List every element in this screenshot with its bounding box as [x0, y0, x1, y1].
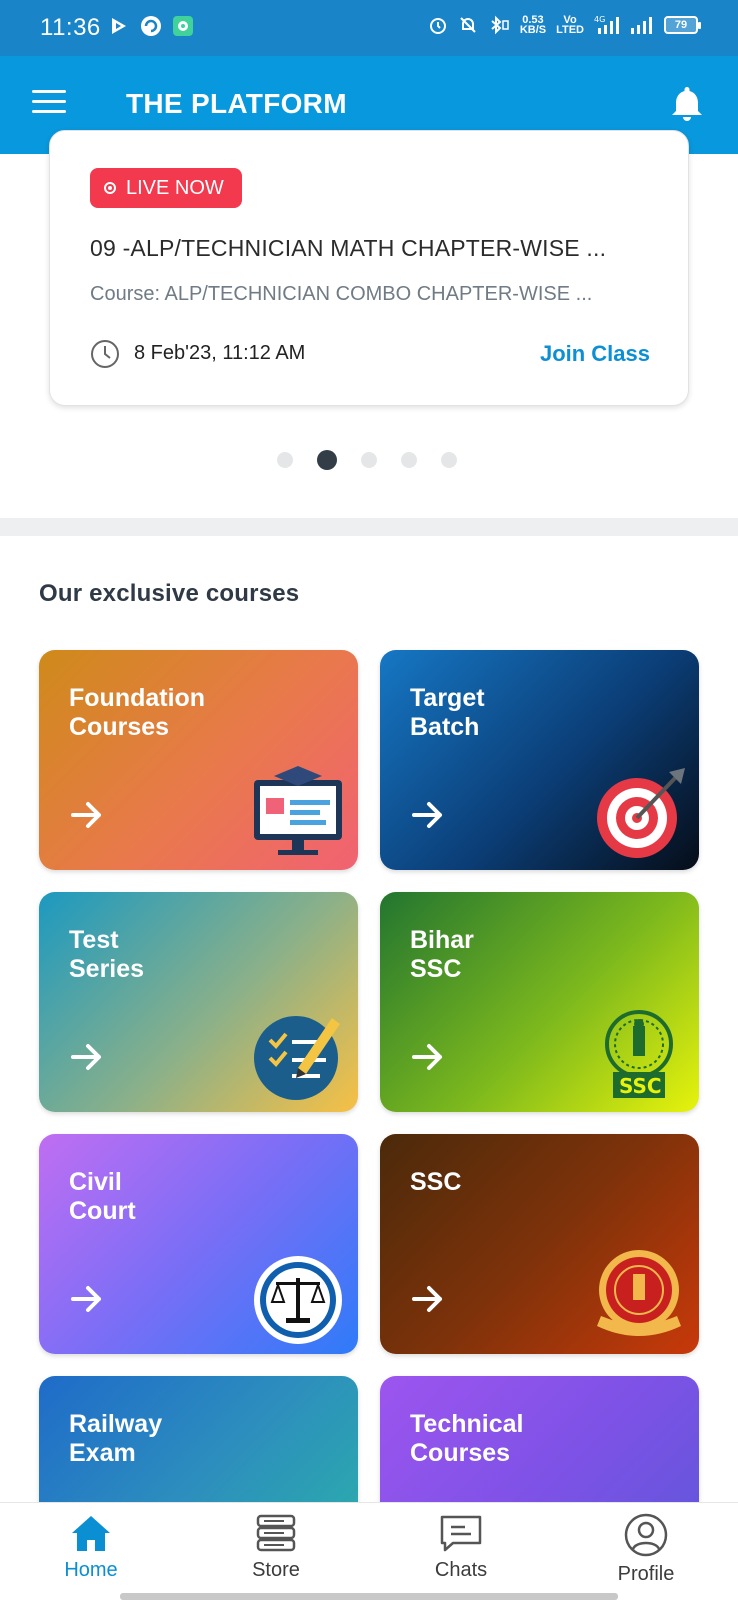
course-tile-label: Bihar SSC: [410, 926, 474, 983]
nav-profile[interactable]: Profile: [586, 1513, 706, 1586]
nav-chats-label: Chats: [434, 1559, 488, 1581]
course-tile-foundation[interactable]: Foundation Courses: [39, 650, 358, 870]
course-tile-ssc[interactable]: SSC: [380, 1134, 699, 1354]
course-tile-label: Test Series: [69, 926, 145, 983]
live-dot-icon: [104, 182, 116, 194]
hamburger-menu-icon[interactable]: [32, 90, 66, 118]
checklist-pencil-icon: [254, 1016, 340, 1100]
bottom-navigation: Home Store Chats Profile: [0, 1502, 738, 1600]
join-class-button[interactable]: Join Class: [540, 341, 650, 367]
live-class-time: 8 Feb'23, 11:12 AM: [134, 342, 306, 364]
scales-of-justice-icon: [254, 1256, 342, 1344]
play-notification-icon: [108, 15, 130, 37]
carousel-dot[interactable]: [277, 452, 293, 468]
nav-store[interactable]: Store: [216, 1513, 336, 1582]
arrow-right-icon: [412, 1044, 442, 1070]
notification-icons: [108, 15, 194, 37]
arrow-right-icon: [412, 1286, 442, 1312]
carousel-indicator: [277, 450, 457, 470]
status-bar: 11:36 0.53 KB/S Vo LTED 4G 79: [0, 0, 738, 56]
courses-section-title: Our exclusive courses: [39, 580, 300, 607]
arrow-right-icon: [412, 802, 442, 828]
target-dart-icon: [597, 768, 685, 858]
clock-icon: [91, 340, 119, 368]
course-tile-label: Foundation Courses: [69, 684, 206, 741]
section-divider: [0, 518, 738, 536]
carousel-dot[interactable]: [401, 452, 417, 468]
course-tile-label: Target Batch: [410, 684, 485, 741]
sync-notification-icon: [140, 15, 162, 37]
signal-icon: [631, 17, 652, 34]
arrow-right-icon: [71, 1286, 101, 1312]
live-badge-label: LIVE NOW: [126, 176, 224, 199]
svg-text:SSC: SSC: [619, 1074, 662, 1098]
ssc-emblem-icon: SSC: [605, 1010, 673, 1098]
nav-store-label: Store: [252, 1559, 300, 1581]
net-speed: 0.53 KB/S: [519, 14, 547, 36]
bell-icon[interactable]: [668, 84, 706, 124]
svg-text:4G: 4G: [594, 15, 605, 24]
carousel-dot[interactable]: [361, 452, 377, 468]
bluetooth-icon: [491, 15, 509, 35]
monitor-graduation-icon: [254, 766, 342, 855]
course-tile-civil-court[interactable]: Civil Court: [39, 1134, 358, 1354]
app-notification-icon: [172, 15, 194, 37]
gesture-bar: [120, 1593, 618, 1600]
store-books-icon: [256, 1514, 296, 1552]
arrow-right-icon: [71, 802, 101, 828]
arrow-right-icon: [71, 1044, 101, 1070]
live-now-badge: LIVE NOW: [90, 168, 242, 208]
live-class-card[interactable]: LIVE NOW 09 -ALP/TECHNICIAN MATH CHAPTER…: [49, 130, 689, 406]
live-class-course: Course: ALP/TECHNICIAN COMBO CHAPTER-WIS…: [90, 283, 593, 305]
course-tile-label: Railway Exam: [69, 1410, 163, 1467]
battery-icon: 79: [664, 16, 701, 34]
chat-icon: [440, 1515, 482, 1552]
status-time: 11:36: [40, 14, 101, 41]
volte-indicator: Vo LTED: [556, 14, 584, 36]
course-tile-test-series[interactable]: Test Series: [39, 892, 358, 1112]
course-tile-label: Technical Courses: [410, 1410, 524, 1467]
course-tile-label: Civil Court: [69, 1168, 136, 1225]
nav-home[interactable]: Home: [31, 1513, 151, 1582]
carousel-dot[interactable]: [441, 452, 457, 468]
mute-bell-icon: [460, 17, 476, 33]
signal-4g-icon: 4G: [594, 15, 619, 34]
alarm-icon: [429, 18, 446, 34]
nav-chats[interactable]: Chats: [401, 1513, 521, 1582]
app-title: THE PLATFORM: [126, 88, 347, 119]
course-tile-bihar-ssc[interactable]: Bihar SSC SSC: [380, 892, 699, 1112]
profile-icon: [624, 1513, 668, 1557]
home-icon: [72, 1516, 110, 1551]
live-class-title: 09 -ALP/TECHNICIAN MATH CHAPTER-WISE ...: [90, 235, 607, 261]
course-tile-target-batch[interactable]: Target Batch: [380, 650, 699, 870]
nav-home-label: Home: [64, 1559, 118, 1581]
ssc-seal-icon: [597, 1250, 681, 1336]
carousel-dot-active[interactable]: [317, 450, 337, 470]
system-icons: 0.53 KB/S Vo LTED 4G 79: [428, 14, 701, 36]
nav-profile-label: Profile: [617, 1563, 675, 1585]
course-tile-label: SSC: [410, 1168, 462, 1196]
